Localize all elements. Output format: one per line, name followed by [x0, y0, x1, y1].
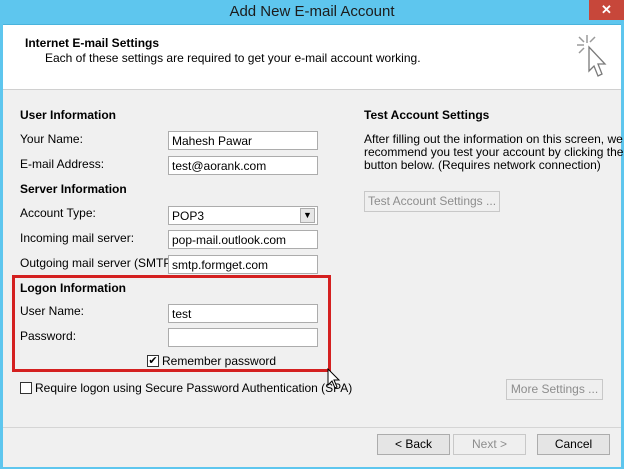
next-button[interactable]: Next > — [453, 434, 526, 455]
spa-checkbox[interactable] — [20, 382, 32, 394]
test-settings-description-1: After filling out the information on thi… — [364, 132, 623, 146]
header-title: Internet E-mail Settings — [25, 36, 160, 50]
account-type-value: POP3 — [172, 209, 205, 223]
email-address-label: E-mail Address: — [20, 157, 105, 171]
email-address-input[interactable]: test@aorank.com — [168, 156, 318, 175]
server-info-title: Server Information — [20, 182, 127, 196]
test-settings-description-2: recommend you test your account by click… — [364, 145, 624, 159]
account-type-select[interactable]: POP3 — [168, 206, 318, 225]
wizard-cursor-icon — [577, 35, 607, 77]
close-icon: ✕ — [601, 2, 612, 17]
incoming-server-input[interactable]: pop-mail.outlook.com — [168, 230, 318, 249]
test-account-settings-button[interactable]: Test Account Settings ... — [364, 191, 500, 212]
chevron-down-icon[interactable]: ▼ — [300, 208, 315, 223]
logon-highlight-box — [12, 275, 331, 372]
close-button[interactable]: ✕ — [589, 0, 624, 20]
your-name-label: Your Name: — [20, 132, 83, 146]
spa-label: Require logon using Secure Password Auth… — [35, 381, 353, 395]
user-info-title: User Information — [20, 108, 117, 122]
header-description: Each of these settings are required to g… — [45, 51, 421, 65]
outgoing-server-label: Outgoing mail server (SMTP): — [20, 256, 179, 270]
wizard-footer — [3, 427, 621, 467]
mouse-cursor-icon — [327, 368, 341, 389]
cancel-button[interactable]: Cancel — [537, 434, 610, 455]
account-type-label: Account Type: — [20, 206, 96, 220]
wizard-header: Internet E-mail Settings Each of these s… — [3, 25, 621, 90]
your-name-input[interactable]: Mahesh Pawar — [168, 131, 318, 150]
test-settings-title: Test Account Settings — [364, 108, 490, 122]
test-settings-description-3: button below. (Requires network connecti… — [364, 158, 601, 172]
back-button[interactable]: < Back — [377, 434, 450, 455]
incoming-server-label: Incoming mail server: — [20, 231, 135, 245]
more-settings-button[interactable]: More Settings ... — [506, 379, 603, 400]
outgoing-server-input[interactable]: smtp.formget.com — [168, 255, 318, 274]
window-title: Add New E-mail Account — [229, 3, 395, 20]
